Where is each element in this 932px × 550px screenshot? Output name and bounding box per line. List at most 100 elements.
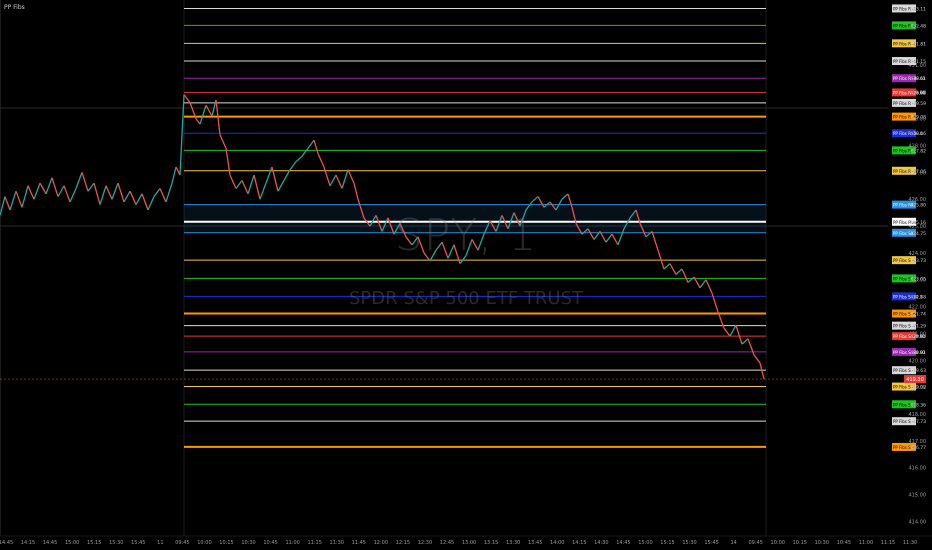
price-candle[interactable] <box>259 182 267 200</box>
price-candle[interactable] <box>141 193 149 211</box>
price-candle[interactable] <box>753 354 761 364</box>
fib-level-value: 421.29 <box>910 324 926 330</box>
current-price-label: 419.30 <box>906 377 924 383</box>
price-candle[interactable] <box>663 263 671 270</box>
price-candle[interactable] <box>295 155 303 163</box>
price-candle[interactable] <box>329 174 337 187</box>
price-candle[interactable] <box>235 180 243 189</box>
x-tick-label: 14:00 <box>550 540 564 546</box>
price-candle[interactable] <box>735 325 743 345</box>
price-candle[interactable] <box>63 185 71 203</box>
price-candle[interactable] <box>219 134 227 149</box>
price-candle[interactable] <box>561 193 569 200</box>
x-tick-label: 10:30 <box>241 540 255 546</box>
price-candle[interactable] <box>179 94 185 176</box>
x-tick-label: 09:45 <box>748 540 762 546</box>
price-candle[interactable] <box>687 276 695 283</box>
price-candle[interactable] <box>27 185 35 200</box>
price-candle[interactable] <box>241 180 249 195</box>
price-candle[interactable] <box>75 172 83 189</box>
price-candle[interactable] <box>183 94 191 104</box>
price-candle[interactable] <box>229 174 237 189</box>
fib-level-value: 425.80 <box>910 203 926 209</box>
price-candle[interactable] <box>277 180 285 192</box>
price-candle[interactable] <box>87 182 95 192</box>
x-tick-label: 15:00 <box>638 540 652 546</box>
y-tick-label: 414.00 <box>909 519 927 525</box>
price-candle[interactable] <box>669 263 677 275</box>
price-candle[interactable] <box>81 172 89 192</box>
price-candle[interactable] <box>341 169 349 189</box>
price-candle[interactable] <box>247 174 255 195</box>
fib-level-value: 429.08 <box>910 115 926 121</box>
price-candle[interactable] <box>205 104 213 117</box>
price-candle[interactable] <box>759 362 765 380</box>
price-candle[interactable] <box>159 188 167 203</box>
price-chart[interactable]: 431.00430.00429.00428.00427.00426.00425.… <box>0 0 932 550</box>
price-candle[interactable] <box>15 190 23 208</box>
price-candle[interactable] <box>289 161 297 171</box>
chart-area[interactable]: 431.00 430.00 429.00 428.00 427.00 426.00 425.… <box>0 0 932 550</box>
price-candle[interactable] <box>307 139 315 149</box>
price-candle[interactable] <box>51 177 59 197</box>
price-candle[interactable] <box>317 153 325 168</box>
price-candle[interactable] <box>195 118 201 125</box>
price-candle[interactable] <box>253 174 261 200</box>
price-candle[interactable] <box>105 185 113 200</box>
price-candle[interactable] <box>531 196 539 203</box>
price-candle[interactable] <box>175 166 181 176</box>
price-candle[interactable] <box>335 174 343 189</box>
fib-level-value: 420.31 <box>910 350 926 356</box>
price-candle[interactable] <box>21 185 29 208</box>
price-candle[interactable] <box>147 196 155 211</box>
fib-level-value: 421.74 <box>910 312 926 318</box>
price-candle[interactable] <box>57 185 65 197</box>
price-candle[interactable] <box>93 182 101 205</box>
price-candle[interactable] <box>741 338 749 345</box>
price-candle[interactable] <box>33 182 41 200</box>
x-tick-label: 11:30 <box>903 540 917 546</box>
price-candle[interactable] <box>153 188 161 197</box>
price-candle[interactable] <box>265 166 273 184</box>
price-candle[interactable] <box>9 190 17 211</box>
price-candle[interactable] <box>699 279 707 289</box>
x-tick-label: 13:30 <box>506 540 520 546</box>
price-candle[interactable] <box>4 196 11 211</box>
price-candle[interactable] <box>283 169 291 181</box>
indicator-name[interactable]: PP Fibs <box>4 4 25 11</box>
price-candle[interactable] <box>99 185 107 205</box>
x-tick-label: 12:15 <box>396 540 410 546</box>
price-candle[interactable] <box>323 166 331 187</box>
price-candle[interactable] <box>353 182 359 200</box>
x-tick-label: 15:30 <box>109 540 123 546</box>
fib-level-value: 431.15 <box>910 59 926 65</box>
x-tick-label: 11:00 <box>859 540 873 546</box>
price-candle[interactable] <box>111 182 119 200</box>
x-tick-label: 10:30 <box>815 540 829 546</box>
price-candle[interactable] <box>313 140 319 154</box>
fib-level-value: 419.02 <box>910 385 926 391</box>
price-candle[interactable] <box>45 177 53 195</box>
price-candle[interactable] <box>729 325 737 337</box>
price-candle[interactable] <box>723 327 731 337</box>
watermark-name: SPDR S&P 500 ETF TRUST <box>348 288 584 309</box>
price-candle[interactable] <box>681 268 689 283</box>
fib-level-value: 416.77 <box>910 445 926 451</box>
price-candle[interactable] <box>117 182 125 203</box>
price-candle[interactable] <box>171 166 177 184</box>
price-candle[interactable] <box>129 190 137 205</box>
price-candle[interactable] <box>135 193 143 205</box>
price-candle[interactable] <box>747 338 755 356</box>
price-candle[interactable] <box>123 190 131 203</box>
fib-level-value: 429.98 <box>910 90 926 96</box>
fib-level-value: 420.90 <box>910 334 926 340</box>
price-candle[interactable] <box>165 182 173 203</box>
price-candle[interactable] <box>301 147 309 157</box>
fib-level-value: 418.36 <box>910 402 926 408</box>
x-tick-label: 14:15 <box>21 540 35 546</box>
price-candle[interactable] <box>39 182 47 195</box>
price-candle[interactable] <box>347 169 355 184</box>
price-candle[interactable] <box>675 268 683 275</box>
price-candle[interactable] <box>69 188 77 203</box>
x-tick-label: 11:15 <box>881 540 895 546</box>
